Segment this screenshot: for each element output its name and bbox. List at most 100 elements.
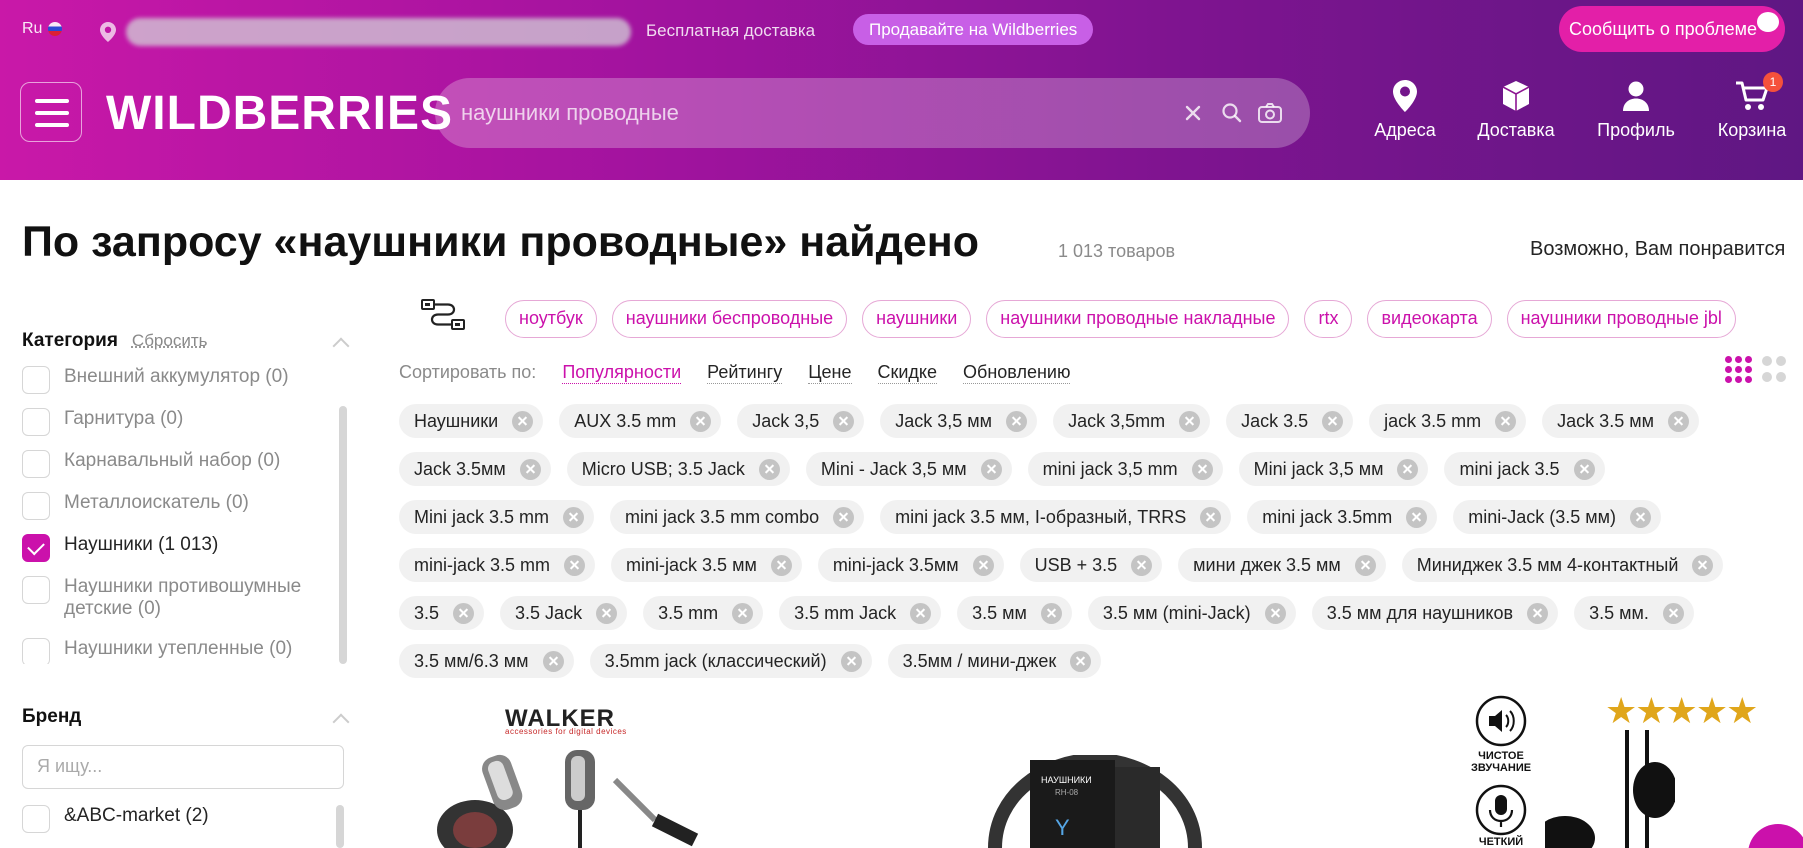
filter-chip[interactable]: Jack 3,5 <box>737 404 865 438</box>
product-image-headphones[interactable]: НАУШНИКИ RH-08 Y <box>985 755 1205 848</box>
filter-chip[interactable]: Миниджек 3.5 мм 4-контактный <box>1401 548 1724 582</box>
remove-filter-icon[interactable] <box>1573 458 1595 480</box>
nav-delivery[interactable]: Доставка <box>1461 80 1571 141</box>
filter-chip[interactable]: мини джек 3.5 мм <box>1178 548 1386 582</box>
category-item[interactable]: Наушники (1 013) <box>22 534 347 576</box>
remove-filter-icon[interactable] <box>1354 554 1376 576</box>
remove-filter-icon[interactable] <box>840 650 862 672</box>
geo-location[interactable] <box>100 18 631 46</box>
remove-filter-icon[interactable] <box>1191 458 1213 480</box>
category-item[interactable]: Наушники утепленные (0) <box>22 638 347 664</box>
filter-chip[interactable]: mini jack 3.5mm <box>1247 500 1438 534</box>
remove-filter-icon[interactable] <box>512 410 534 432</box>
remove-filter-icon[interactable] <box>1630 506 1652 528</box>
product-image-earphones[interactable] <box>415 740 715 848</box>
search-icon[interactable] <box>1219 100 1245 126</box>
filter-chip[interactable]: mini jack 3.5 <box>1444 452 1605 486</box>
filter-chip[interactable]: Mini - Jack 3,5 мм <box>805 452 1012 486</box>
remove-filter-icon[interactable] <box>833 506 855 528</box>
remove-filter-icon[interactable] <box>1070 650 1092 672</box>
sort-option[interactable]: Популярности <box>562 362 682 384</box>
related-query-chip[interactable]: видеокарта <box>1367 300 1492 338</box>
brand-search-input[interactable]: Я ищу... <box>22 745 344 789</box>
search-bar[interactable]: наушники проводные <box>435 78 1310 148</box>
sort-option[interactable]: Цене <box>808 362 852 384</box>
remove-filter-icon[interactable] <box>770 554 792 576</box>
filter-chip[interactable]: 3.5 <box>399 596 485 630</box>
remove-filter-icon[interactable] <box>519 458 541 480</box>
category-checkbox[interactable] <box>22 450 50 478</box>
remove-filter-icon[interactable] <box>690 410 712 432</box>
filter-chip[interactable]: 3.5 мм/6.3 мм <box>399 644 574 678</box>
category-item[interactable]: Наушники противошумные детские (0) <box>22 576 347 638</box>
sort-option[interactable]: Обновлению <box>963 362 1071 384</box>
remove-filter-icon[interactable] <box>980 458 1002 480</box>
related-query-chip[interactable]: наушники проводные накладные <box>986 300 1290 338</box>
category-scrollbar[interactable] <box>339 406 347 664</box>
nav-profile[interactable]: Профиль <box>1581 80 1691 141</box>
reset-category-link[interactable]: Сбросить <box>132 331 208 351</box>
category-item[interactable]: Внешний аккумулятор (0) <box>22 366 347 408</box>
filter-chip[interactable]: Jack 3,5mm <box>1053 404 1211 438</box>
filter-chip[interactable]: 3.5 мм (mini-Jack) <box>1087 596 1296 630</box>
remove-filter-icon[interactable] <box>1667 410 1689 432</box>
clear-search-icon[interactable] <box>1180 100 1206 126</box>
category-item[interactable]: Металлоискатель (0) <box>22 492 347 534</box>
filter-chip[interactable]: Jack 3.5 мм <box>1542 404 1699 438</box>
filter-chip[interactable]: mini jack 3.5 мм, I-образный, TRRS <box>880 500 1232 534</box>
filter-chip[interactable]: Mini jack 3.5 mm <box>399 500 595 534</box>
category-checkbox[interactable] <box>22 534 50 562</box>
category-checkbox[interactable] <box>22 576 50 604</box>
remove-filter-icon[interactable] <box>453 602 475 624</box>
camera-search-icon[interactable] <box>1257 100 1283 126</box>
filter-chip[interactable]: mini jack 3,5 mm <box>1027 452 1223 486</box>
remove-filter-icon[interactable] <box>563 506 585 528</box>
remove-filter-icon[interactable] <box>1692 554 1714 576</box>
brand-item[interactable]: &ABC-market (2) <box>22 805 209 833</box>
filter-chip[interactable]: mini-jack 3.5 мм <box>611 548 802 582</box>
category-item[interactable]: Карнавальный набор (0) <box>22 450 347 492</box>
filter-chip[interactable]: 3.5 мм. <box>1574 596 1694 630</box>
remove-filter-icon[interactable] <box>972 554 994 576</box>
filter-chip[interactable]: mini-Jack (3.5 мм) <box>1453 500 1662 534</box>
grid-small-icon[interactable] <box>1725 356 1752 383</box>
filter-chip[interactable]: 3.5мм / мини-джек <box>887 644 1102 678</box>
chevron-up-icon[interactable] <box>332 713 350 731</box>
filter-chip[interactable]: Micro USB; 3.5 Jack <box>566 452 790 486</box>
filter-chip[interactable]: mini-jack 3.5мм <box>817 548 1004 582</box>
nav-cart[interactable]: 1 Корзина <box>1697 72 1803 141</box>
remove-filter-icon[interactable] <box>1527 602 1549 624</box>
brand-scrollbar[interactable] <box>336 805 344 848</box>
sort-option[interactable]: Скидке <box>877 362 938 384</box>
menu-button[interactable] <box>20 82 82 142</box>
related-query-chip[interactable]: наушники <box>862 300 972 338</box>
filter-chip[interactable]: 3.5 Jack <box>500 596 628 630</box>
related-query-chip[interactable]: rtx <box>1304 300 1353 338</box>
category-checkbox[interactable] <box>22 492 50 520</box>
filter-chip[interactable]: USB + 3.5 <box>1019 548 1163 582</box>
filter-chip[interactable]: Jack 3,5 мм <box>880 404 1038 438</box>
filter-chip[interactable]: 3.5 мм для наушников <box>1311 596 1559 630</box>
filter-chip[interactable]: Jack 3.5мм <box>399 452 551 486</box>
remove-filter-icon[interactable] <box>1397 458 1419 480</box>
remove-filter-icon[interactable] <box>1131 554 1153 576</box>
filter-chip[interactable]: jack 3.5 mm <box>1369 404 1527 438</box>
filter-chip[interactable]: AUX 3.5 mm <box>559 404 722 438</box>
search-input[interactable]: наушники проводные <box>461 100 679 126</box>
filter-chip[interactable]: 3.5 мм <box>957 596 1072 630</box>
filter-chip[interactable]: Наушники <box>399 404 544 438</box>
filter-chip[interactable]: mini-jack 3.5 mm <box>399 548 596 582</box>
free-delivery-link[interactable]: Бесплатная доставка <box>646 21 815 41</box>
remove-filter-icon[interactable] <box>1179 410 1201 432</box>
category-checkbox[interactable] <box>22 638 50 664</box>
remove-filter-icon[interactable] <box>1406 506 1428 528</box>
chevron-up-icon[interactable] <box>332 337 350 355</box>
product-image-earbuds[interactable] <box>1545 730 1675 848</box>
language-selector[interactable]: Ru <box>22 20 63 38</box>
filter-chip[interactable]: mini jack 3.5 mm combo <box>610 500 865 534</box>
remove-filter-icon[interactable] <box>1495 410 1517 432</box>
remove-filter-icon[interactable] <box>833 410 855 432</box>
sell-on-wildberries-button[interactable]: Продавайте на Wildberries <box>853 14 1094 45</box>
remove-filter-icon[interactable] <box>1200 506 1222 528</box>
sort-option[interactable]: Рейтингу <box>707 362 783 384</box>
